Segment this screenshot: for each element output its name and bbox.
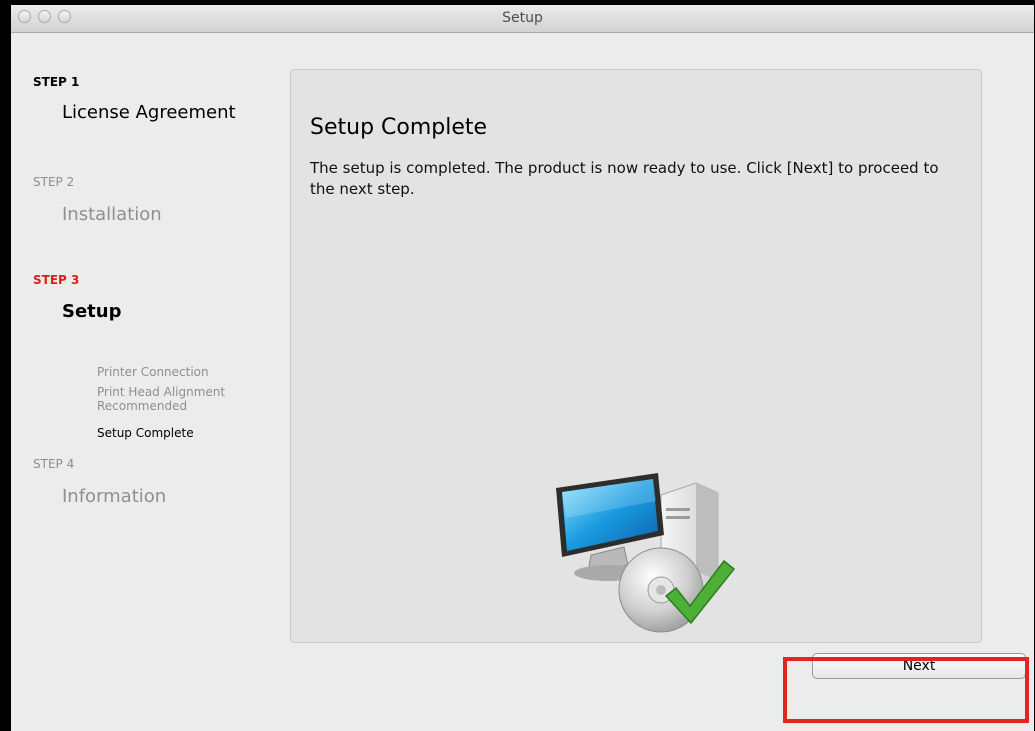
window-title: Setup [502, 10, 543, 26]
substep-setup-complete: Setup Complete [97, 426, 194, 440]
setup-window: Setup STEP 1 License Agreement STEP 2 In… [11, 5, 1034, 731]
title-bar: Setup [11, 5, 1034, 33]
step-1-label: STEP 1 [33, 75, 80, 89]
step-3-title: Setup [62, 301, 122, 322]
step-1-title: License Agreement [62, 102, 236, 123]
substep-printer-connection: Printer Connection [97, 365, 209, 379]
substep-print-head-alignment: Print Head Alignment Recommended [97, 385, 226, 413]
page-title: Setup Complete [310, 115, 488, 140]
steps-sidebar: STEP 1 License Agreement STEP 2 Installa… [11, 33, 281, 633]
next-button-highlight [783, 657, 1029, 723]
step-3-label: STEP 3 [33, 273, 80, 287]
step-4-label: STEP 4 [33, 457, 75, 471]
step-2-label: STEP 2 [33, 175, 75, 189]
setup-complete-message: The setup is completed. The product is n… [310, 159, 939, 198]
computer-disc-check-icon [556, 473, 736, 633]
step-4-title: Information [62, 486, 167, 507]
content-panel: Setup Complete The setup is completed. T… [290, 69, 982, 643]
step-2-title: Installation [62, 204, 162, 225]
